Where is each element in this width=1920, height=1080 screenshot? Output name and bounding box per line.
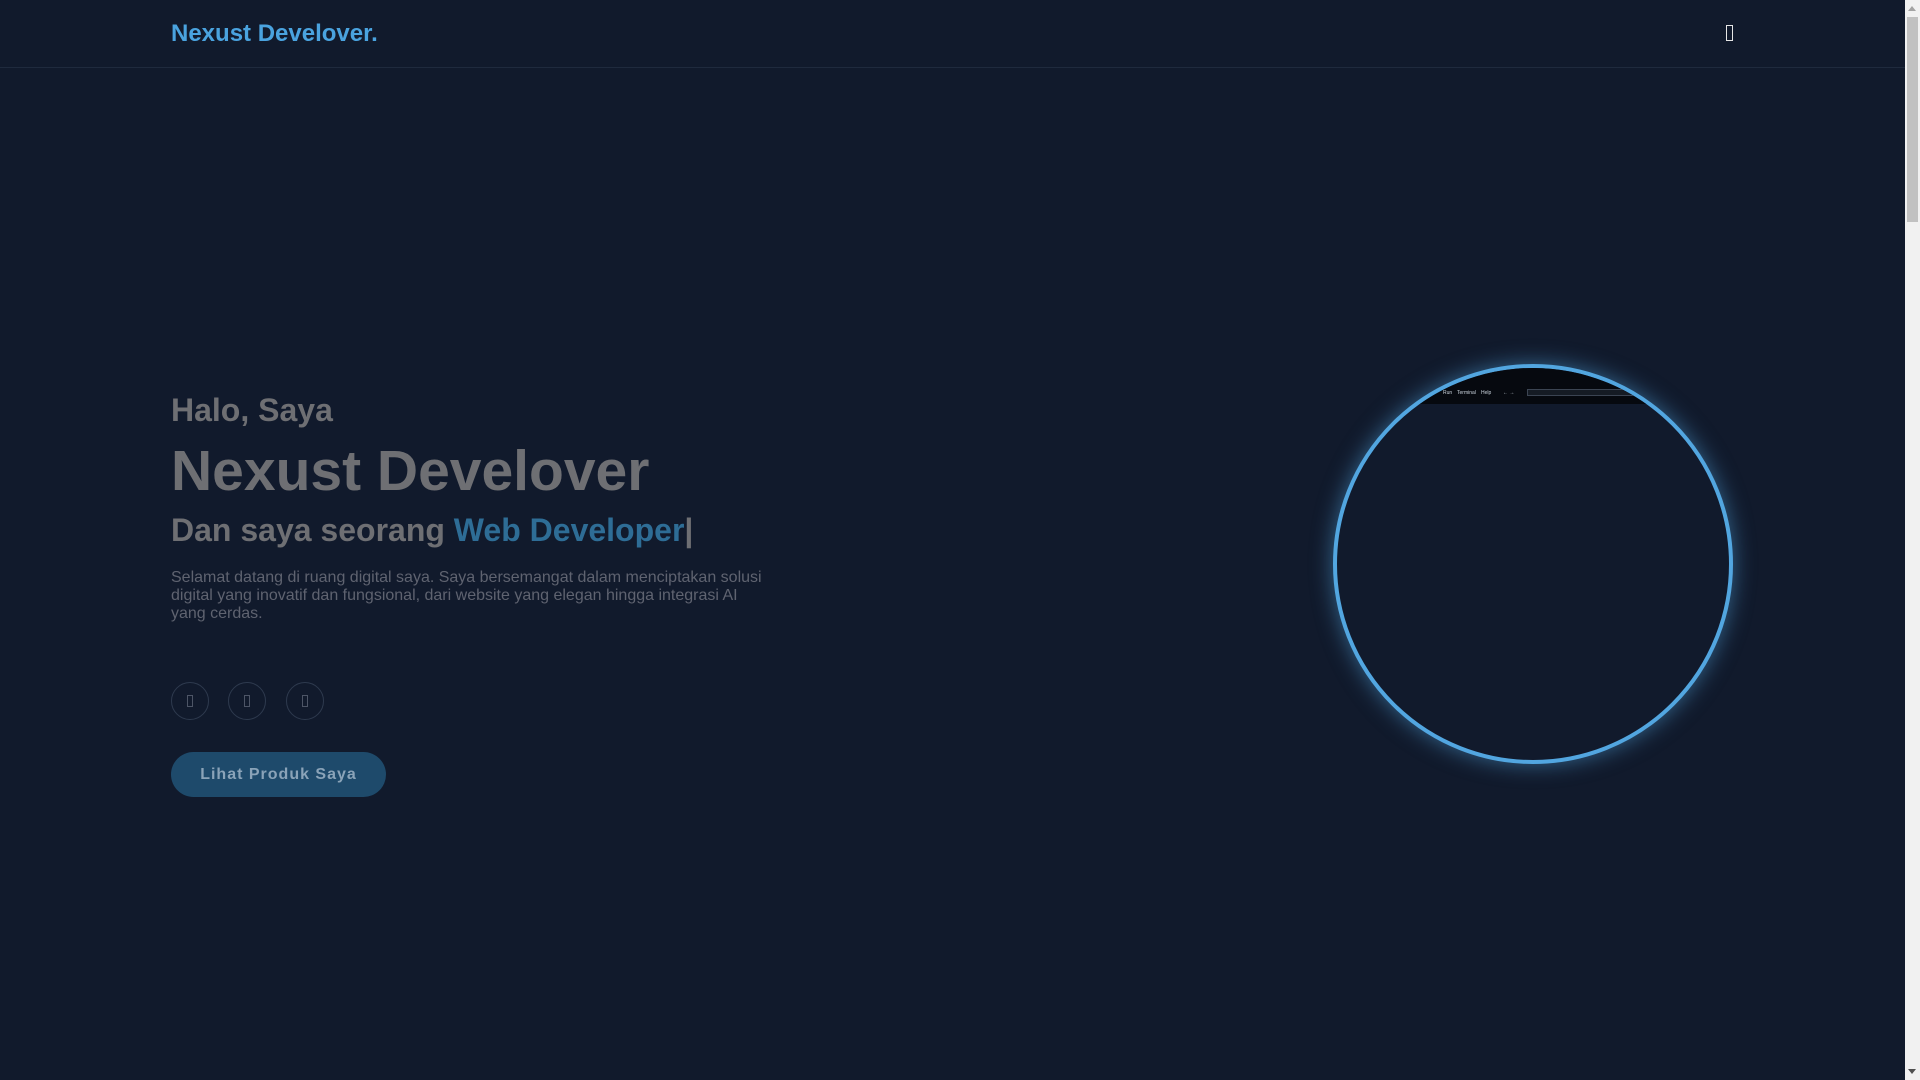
hero-role: Dan saya seorang Web Developer| — [171, 510, 693, 550]
mini-menu-item: Terminal — [1457, 390, 1476, 396]
profile-screen-strip — [1337, 368, 1729, 404]
scrollbar-thumb[interactable] — [1907, 17, 1918, 222]
mini-menu-item: Run — [1443, 390, 1453, 396]
social-glyph-icon — [187, 695, 193, 707]
role-prefix: Dan saya seorang — [171, 512, 445, 548]
social-glyph-icon — [244, 695, 250, 707]
mini-address-bar — [1527, 389, 1647, 396]
role-highlight: Web Developer — [453, 512, 685, 548]
hero-description: Selamat datang di ruang digital saya. Sa… — [171, 569, 762, 622]
page: Nexust Develover. Halo, Saya Nexust Deve… — [0, 0, 1905, 1080]
view-products-button[interactable]: Lihat Produk Saya — [171, 752, 386, 797]
profile-image: Run Terminal Help ← → — [1333, 364, 1733, 764]
typing-cursor: | — [684, 512, 694, 548]
scroll-up-icon[interactable] — [1908, 6, 1916, 11]
page-scrollbar[interactable] — [1905, 0, 1920, 1080]
hero-name: Nexust Develover — [171, 439, 650, 503]
mini-menu-item: ← → — [1503, 390, 1515, 396]
logo-link[interactable]: Nexust Develover. — [171, 19, 378, 49]
scroll-down-icon[interactable] — [1908, 1069, 1916, 1074]
menu-icon-glyph — [1725, 25, 1733, 41]
social-icon-3[interactable] — [286, 682, 324, 720]
hero-greeting: Halo, Saya — [171, 392, 333, 428]
site-header: Nexust Develover. — [0, 0, 1905, 68]
menu-icon[interactable] — [1718, 20, 1740, 46]
mini-menu-item: Help — [1481, 390, 1492, 396]
social-icon-1[interactable] — [171, 682, 209, 720]
social-icon-2[interactable] — [228, 682, 266, 720]
social-glyph-icon — [302, 695, 308, 707]
